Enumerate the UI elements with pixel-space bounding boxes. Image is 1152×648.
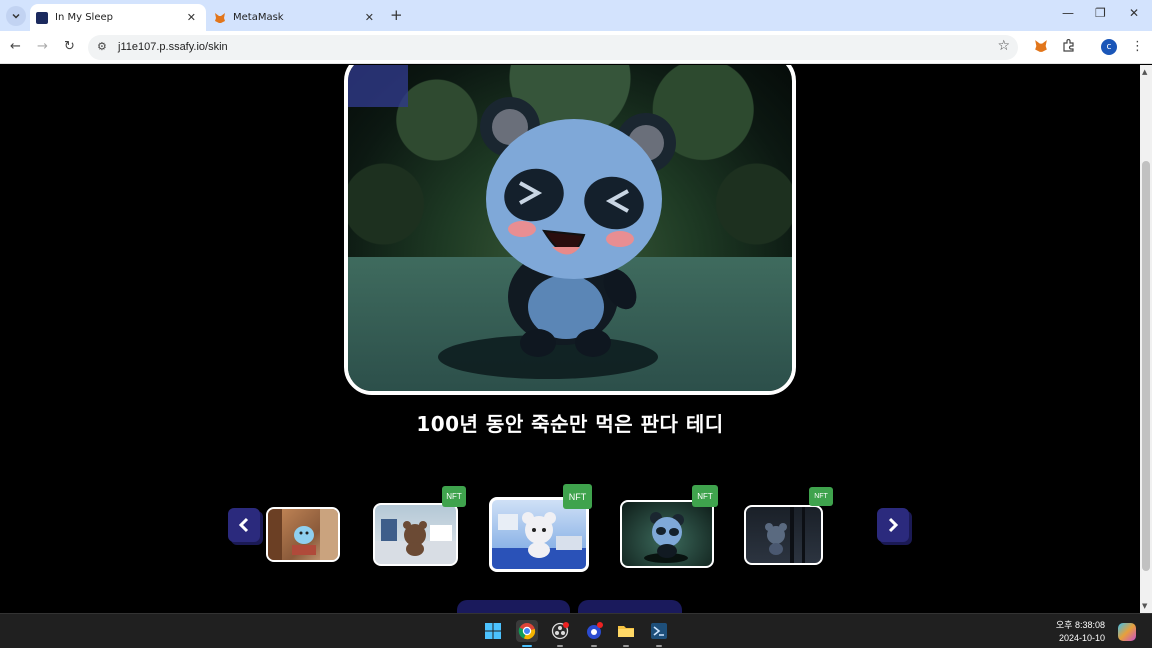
copilot-icon[interactable]	[1118, 623, 1136, 641]
chevron-right-icon	[888, 517, 899, 533]
panda-character	[438, 97, 676, 379]
action-button-left[interactable]	[457, 600, 570, 613]
skin-thumbnail-panda[interactable]	[620, 500, 714, 568]
site-settings-icon[interactable]: ⚙	[97, 40, 107, 53]
vscode-taskbar-icon[interactable]	[648, 620, 670, 647]
tab-in-my-sleep[interactable]: In My Sleep ✕	[30, 4, 206, 31]
white-bear-character-image	[492, 512, 586, 569]
scrollbar-thumb[interactable]	[1142, 161, 1150, 571]
page-scrollbar[interactable]: ▲ ▼	[1140, 65, 1152, 613]
close-window-icon[interactable]: ✕	[1129, 6, 1139, 20]
skin-preview-image	[344, 65, 796, 395]
minimize-icon[interactable]: —	[1062, 6, 1074, 20]
nft-badge: NFT	[442, 486, 466, 507]
system-clock[interactable]: 오후 8:38:08 2024-10-10	[1056, 619, 1105, 645]
mouse-character-image	[765, 507, 805, 563]
nft-badge: NFT	[563, 484, 592, 509]
forward-arrow-icon[interactable]: →	[37, 39, 48, 54]
chrome-taskbar-icon[interactable]	[516, 620, 538, 647]
close-tab-icon[interactable]: ✕	[365, 11, 374, 24]
metamask-extension-icon[interactable]	[1034, 39, 1048, 57]
windows-start-icon[interactable]	[482, 620, 504, 642]
file-explorer-icon[interactable]	[615, 620, 637, 647]
clock-date: 2024-10-10	[1058, 633, 1105, 643]
skin-title: 100년 동안 죽순만 먹은 판다 테디	[416, 412, 724, 436]
obs-taskbar-icon[interactable]	[549, 620, 571, 647]
browser-tab-bar: In My Sleep ✕ MetaMask ✕ + — ❐ ✕	[0, 0, 1152, 31]
chevron-down-icon	[12, 13, 20, 19]
bear-character-image	[375, 519, 456, 564]
windows-taskbar: 오후 8:38:08 2024-10-10	[0, 613, 1152, 648]
extensions-puzzle-icon[interactable]	[1062, 38, 1075, 56]
skin-thumbnail-bear[interactable]	[373, 503, 458, 566]
new-tab-button[interactable]: +	[390, 6, 403, 24]
panda-character-image	[644, 512, 688, 563]
action-button-right[interactable]	[578, 600, 682, 613]
nft-badge: NFT	[809, 487, 833, 506]
tab-title: MetaMask	[233, 12, 284, 23]
browser-toolbar: ← → ↻ ⚙ j11e107.p.ssafy.io/skin ☆ c ⋮	[0, 31, 1152, 64]
profile-avatar[interactable]: c	[1101, 39, 1117, 55]
scroll-up-icon[interactable]: ▲	[1142, 68, 1147, 76]
prev-skin-button[interactable]	[228, 508, 260, 542]
chick-character-image	[268, 509, 338, 560]
skin-thumbnail-mouse[interactable]	[744, 505, 823, 565]
clock-time: 오후 8:38:08	[1055, 620, 1105, 630]
tab-metamask[interactable]: MetaMask ✕	[208, 4, 384, 31]
url-text: j11e107.p.ssafy.io/skin	[118, 41, 228, 53]
app-favicon-icon	[36, 11, 48, 24]
close-tab-icon[interactable]: ✕	[187, 11, 196, 24]
fox-icon	[214, 12, 226, 24]
tab-search-button[interactable]	[6, 6, 26, 26]
next-skin-button[interactable]	[877, 508, 909, 542]
chevron-left-icon	[238, 517, 249, 533]
nft-badge: NFT	[692, 485, 718, 507]
address-bar[interactable]: ⚙ j11e107.p.ssafy.io/skin ☆	[88, 35, 1018, 60]
more-menu-icon[interactable]: ⋮	[1131, 39, 1144, 54]
app-taskbar-icon[interactable]	[583, 620, 605, 647]
skin-page: 100년 동안 죽순만 먹은 판다 테디 NFT NFT NFT NFT	[0, 65, 1140, 613]
reload-icon[interactable]: ↻	[64, 39, 75, 54]
restore-icon[interactable]: ❐	[1095, 6, 1106, 20]
back-arrow-icon[interactable]: ←	[10, 39, 21, 54]
tab-title: In My Sleep	[55, 12, 113, 23]
bookmark-star-icon[interactable]: ☆	[997, 38, 1010, 54]
skin-thumbnail-chick[interactable]	[266, 507, 340, 562]
scroll-down-icon[interactable]: ▼	[1142, 602, 1147, 610]
